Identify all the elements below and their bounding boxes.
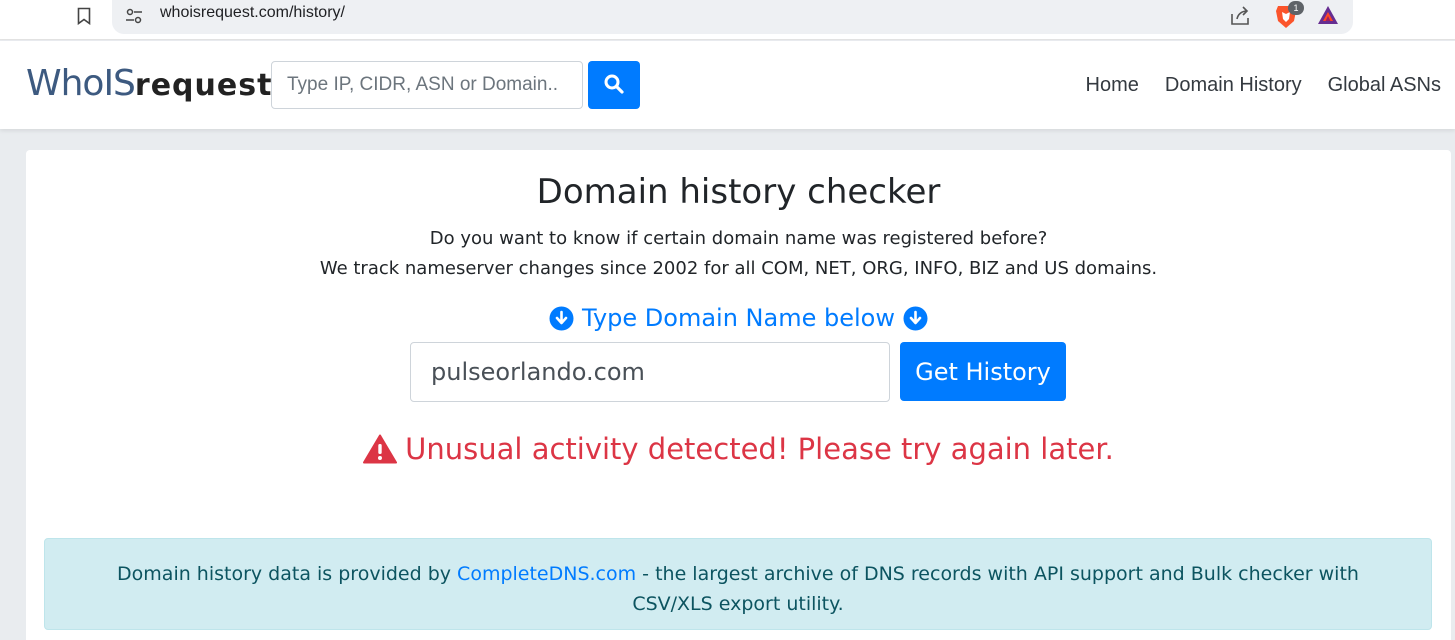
- page-title: Domain history checker: [536, 172, 941, 212]
- url-text[interactable]: whoisrequest.com/history/: [160, 4, 345, 22]
- info-text-after: - the largest archive of DNS records wit…: [632, 563, 1359, 615]
- search-icon: [604, 74, 624, 97]
- nav-link-domain-history[interactable]: Domain History: [1165, 74, 1302, 97]
- info-text-before: Domain history data is provided by: [117, 563, 458, 585]
- get-history-button[interactable]: Get History: [900, 342, 1066, 401]
- browser-toolbar: whoisrequest.com/history/ 1: [0, 0, 1455, 40]
- type-domain-text: Type Domain Name below: [582, 304, 895, 332]
- description-line-1: Do you want to know if certain domain na…: [429, 228, 1048, 249]
- bookmark-icon[interactable]: [74, 5, 94, 27]
- site-navbar: WhoISrequest Home Domain History Global …: [0, 41, 1455, 129]
- site-settings-icon[interactable]: [124, 6, 144, 26]
- error-alert: Unusual activity detected! Please try ag…: [0, 432, 1455, 466]
- logo-whois: WhoIS: [26, 63, 136, 104]
- nav-link-global-asns[interactable]: Global ASNs: [1328, 74, 1441, 97]
- share-icon[interactable]: [1228, 4, 1252, 28]
- logo-request: request: [134, 68, 273, 103]
- arrow-circle-down-icon: [903, 306, 928, 331]
- warning-icon: [363, 434, 398, 464]
- type-domain-label: Type Domain Name below: [0, 304, 1455, 332]
- rewards-icon[interactable]: [1316, 4, 1340, 26]
- site-logo[interactable]: WhoISrequest: [26, 63, 272, 104]
- extension-badge: 1: [1288, 1, 1304, 15]
- error-alert-text: Unusual activity detected! Please try ag…: [405, 432, 1114, 466]
- nav-search-input[interactable]: [271, 61, 583, 109]
- domain-input[interactable]: [410, 342, 890, 402]
- description-line-2: We track nameserver changes since 2002 f…: [319, 258, 1158, 279]
- nav-link-home[interactable]: Home: [1086, 74, 1139, 97]
- completedns-link[interactable]: CompleteDNS.com: [457, 563, 636, 585]
- nav-search-button[interactable]: [588, 61, 640, 109]
- info-box: Domain history data is provided by Compl…: [44, 538, 1432, 630]
- arrow-circle-down-icon: [549, 306, 574, 331]
- nav-links: Home Domain History Global ASNs: [1086, 74, 1441, 97]
